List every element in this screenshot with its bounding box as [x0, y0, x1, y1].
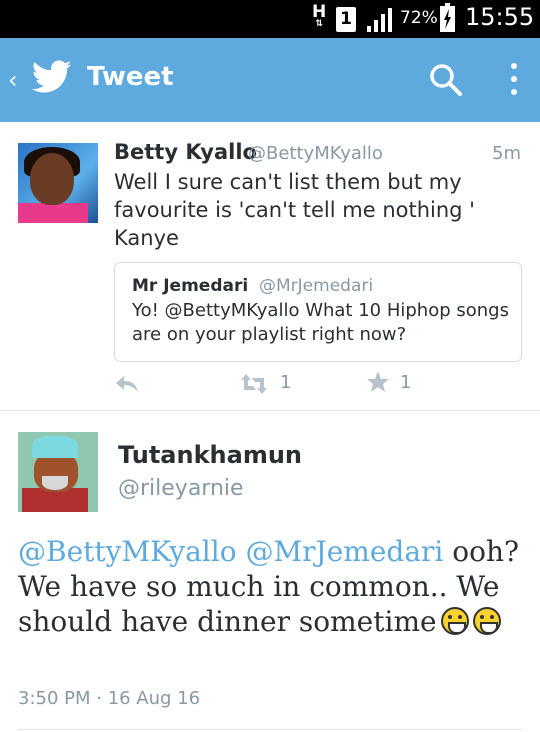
reply-author-handle[interactable]: @rileyarnie	[118, 476, 244, 501]
reply-avatar[interactable]	[18, 432, 98, 512]
tweet-actions: 1 1	[114, 370, 414, 400]
divider	[0, 410, 540, 411]
quoted-tweet[interactable]: Mr Jemedari @MrJemedari Yo! @BettyMKyall…	[114, 262, 522, 362]
mention-link[interactable]: @BettyMKyallo	[18, 535, 237, 568]
overflow-menu-icon[interactable]	[502, 60, 526, 100]
tweet-detail[interactable]: Betty Kyallo @BettyMKyallo 5m Well I sur…	[0, 122, 540, 410]
quoted-author-handle: @MrJemedari	[259, 276, 374, 296]
toolbar-title: Tweet	[87, 62, 174, 92]
retweet-icon[interactable]	[240, 372, 268, 396]
quoted-author-name: Mr Jemedari	[132, 276, 249, 296]
favorite-star-icon[interactable]	[366, 370, 390, 394]
grinning-emoji-icon	[440, 607, 469, 635]
clock: 15:55	[465, 3, 535, 31]
quoted-tweet-text: Yo! @BettyMKyallo What 10 Hiphop songs a…	[132, 300, 509, 345]
tweet-age: 5m	[492, 143, 521, 164]
tweet-text: Well I sure can't list them but my favou…	[114, 170, 475, 250]
reply-author-name[interactable]: Tutankhamun	[118, 441, 302, 469]
app-toolbar: ‹ Tweet	[0, 38, 540, 122]
status-bar: H ⇅ 1 72% 15:55	[0, 0, 540, 38]
battery-charging-icon	[440, 3, 455, 32]
mention-link[interactable]: @MrJemedari	[245, 535, 443, 568]
author-name[interactable]: Betty Kyallo	[114, 140, 257, 164]
signal-strength-icon	[367, 8, 392, 32]
sim-indicator: 1	[336, 7, 356, 32]
avatar[interactable]	[18, 143, 98, 223]
reply-text: @BettyMKyallo @MrJemedari ooh? We have s…	[18, 534, 528, 639]
retweet-count: 1	[280, 372, 292, 393]
favorite-count: 1	[400, 372, 412, 393]
search-icon[interactable]	[428, 62, 464, 98]
network-type-icon: H ⇅	[312, 2, 327, 29]
twitter-bird-icon[interactable]	[32, 60, 72, 94]
author-handle[interactable]: @BettyMKyallo	[248, 143, 383, 164]
reply-icon[interactable]	[114, 370, 140, 396]
grinning-emoji-icon	[472, 607, 501, 635]
divider	[18, 729, 522, 730]
back-chevron-icon[interactable]: ‹	[8, 66, 18, 94]
battery-percentage: 72%	[400, 8, 438, 28]
reply-timestamp: 3:50 PM · 16 Aug 16	[18, 688, 201, 709]
